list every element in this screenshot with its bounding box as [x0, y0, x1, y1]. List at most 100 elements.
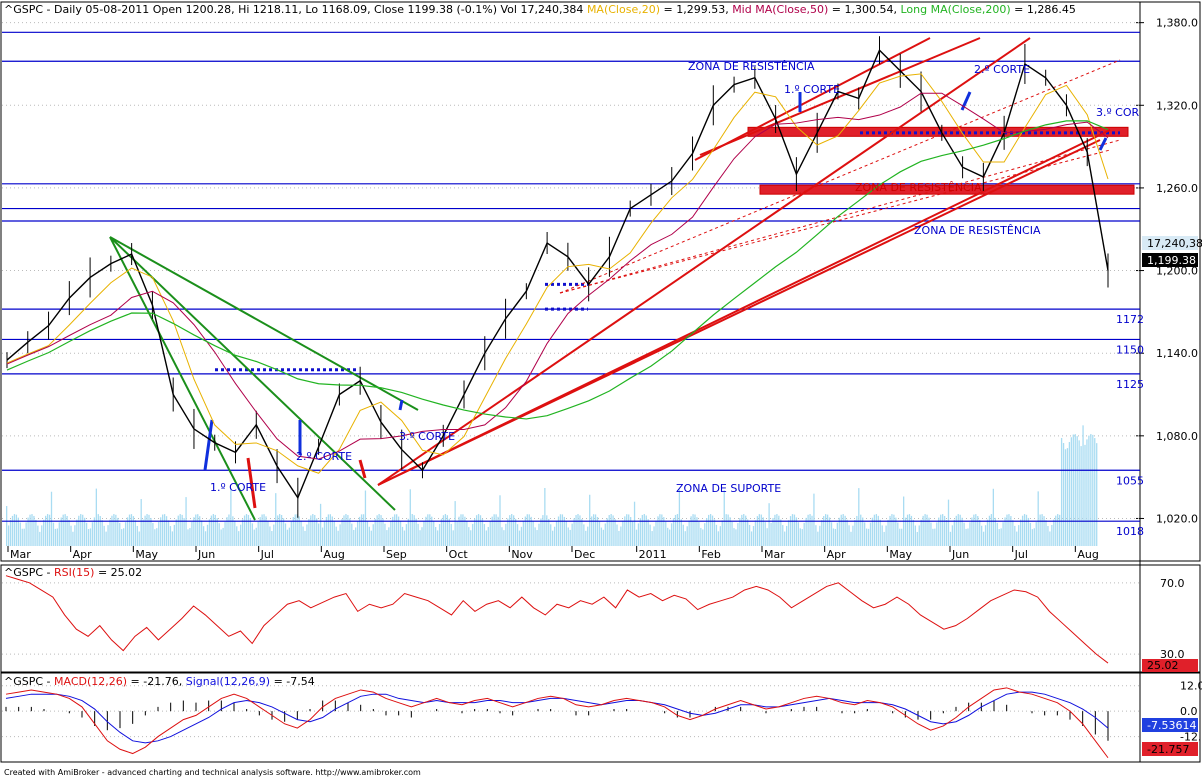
volume-badge: 17,240,38	[1147, 237, 1202, 250]
background-layer	[0, 1, 1201, 763]
volume-bar	[745, 515, 747, 546]
volume-bar	[171, 531, 174, 546]
volume-bar	[803, 522, 805, 546]
volume-bar	[924, 514, 926, 546]
volume-bar	[776, 514, 778, 546]
volume-bar	[429, 514, 431, 546]
volume-bar	[626, 514, 628, 546]
volume-bar	[791, 514, 794, 546]
volume-bar	[787, 520, 790, 546]
volume-bar	[489, 521, 491, 546]
volume-bar	[483, 524, 486, 546]
red-trendline	[377, 37, 1031, 486]
volume-bar	[240, 524, 242, 546]
volume-bar	[700, 527, 702, 546]
volume-bar	[532, 521, 534, 546]
volume-bar	[881, 525, 883, 546]
volume-bar	[1074, 434, 1076, 546]
volume-bar	[982, 531, 985, 546]
volume-bar	[758, 514, 760, 546]
volume-bar	[446, 515, 448, 546]
volume-bar	[735, 529, 737, 546]
volume-bar	[177, 515, 179, 546]
volume-bar	[399, 520, 402, 546]
volume-bar	[1035, 522, 1037, 546]
volume-bar	[674, 514, 677, 546]
volume-bar	[639, 518, 642, 546]
volume-bar	[670, 523, 673, 546]
volume-bar	[766, 528, 768, 546]
volume-bar	[138, 531, 140, 546]
volume-bar	[117, 517, 119, 546]
volume-bar	[378, 514, 380, 546]
price-title-part: = 1,299.53,	[660, 3, 732, 16]
volume-bar	[938, 517, 940, 546]
volume-bar	[651, 531, 653, 546]
volume-bar	[951, 525, 954, 546]
price-title-part: Mid MA(Close,50)	[732, 3, 828, 16]
volume-bar	[1088, 435, 1090, 546]
ma50-line	[6, 92, 1109, 460]
rsi-value-badge: 25.02	[1147, 659, 1179, 672]
volume-bar	[435, 527, 437, 546]
volume-bar	[7, 525, 10, 546]
volume-bar	[1008, 514, 1010, 546]
volume-bar	[655, 520, 657, 546]
volume-bar	[977, 516, 979, 546]
annotation-arrow	[960, 91, 972, 111]
amibroker-chart: Mar Apr May Jun Jul Aug Sep Oct Nov Dec 2011 Feb Mar…	[0, 1, 1202, 763]
x-tick-label: May	[135, 548, 158, 561]
volume-bar	[29, 514, 31, 546]
volume-bar	[253, 529, 255, 546]
volume-bar	[390, 521, 392, 546]
volume-bar	[468, 527, 470, 546]
volume-bar	[1012, 520, 1014, 546]
volume-bar	[643, 514, 645, 546]
volume-bar	[782, 525, 784, 546]
volume-bar	[815, 525, 817, 546]
volume-bar	[335, 526, 337, 546]
volume-bar	[284, 523, 287, 546]
signal-line	[5, 691, 1109, 744]
volume-bar	[602, 529, 604, 546]
volume-bar	[210, 515, 213, 546]
x-tick-label: Apr	[73, 548, 93, 561]
volume-bar	[64, 514, 66, 546]
volume-bar	[825, 514, 827, 546]
volume-bar	[669, 529, 671, 546]
volume-bar	[319, 503, 322, 546]
volume-bar	[622, 520, 624, 546]
volume-bar	[271, 531, 273, 546]
volume-bar	[585, 530, 587, 546]
volume-bar	[871, 517, 874, 546]
volume-bar	[405, 524, 408, 546]
volume-bar	[150, 517, 152, 546]
volume-bar	[85, 522, 88, 546]
volume-bar	[421, 527, 423, 546]
volume-bar	[1076, 436, 1078, 546]
volume-bar	[1037, 491, 1039, 546]
volume-bar	[891, 514, 893, 546]
volume-bar	[156, 528, 158, 546]
volume-bar	[873, 514, 876, 546]
volume-bar	[31, 514, 33, 546]
volume-bar	[875, 514, 877, 546]
volume-bar	[208, 519, 211, 546]
volume-bar	[635, 529, 638, 546]
volume-bar	[355, 527, 357, 546]
price-y-tick-label: 1,380.0	[1156, 17, 1198, 30]
volume-bar	[633, 501, 636, 546]
volume-bar	[433, 521, 435, 546]
volume-bar	[507, 518, 509, 546]
volume-bar	[1082, 425, 1084, 546]
level-label: 1125	[1116, 378, 1144, 391]
volume-bar	[973, 514, 975, 546]
price-y-tick-label: 1,080.0	[1156, 430, 1198, 443]
volume-bar	[867, 528, 870, 546]
volume-bar	[417, 523, 419, 546]
volume-bar	[686, 526, 688, 546]
volume-bar	[314, 515, 316, 546]
volume-bar	[222, 527, 224, 546]
volume-bar	[852, 525, 854, 546]
volume-bar	[142, 519, 144, 546]
